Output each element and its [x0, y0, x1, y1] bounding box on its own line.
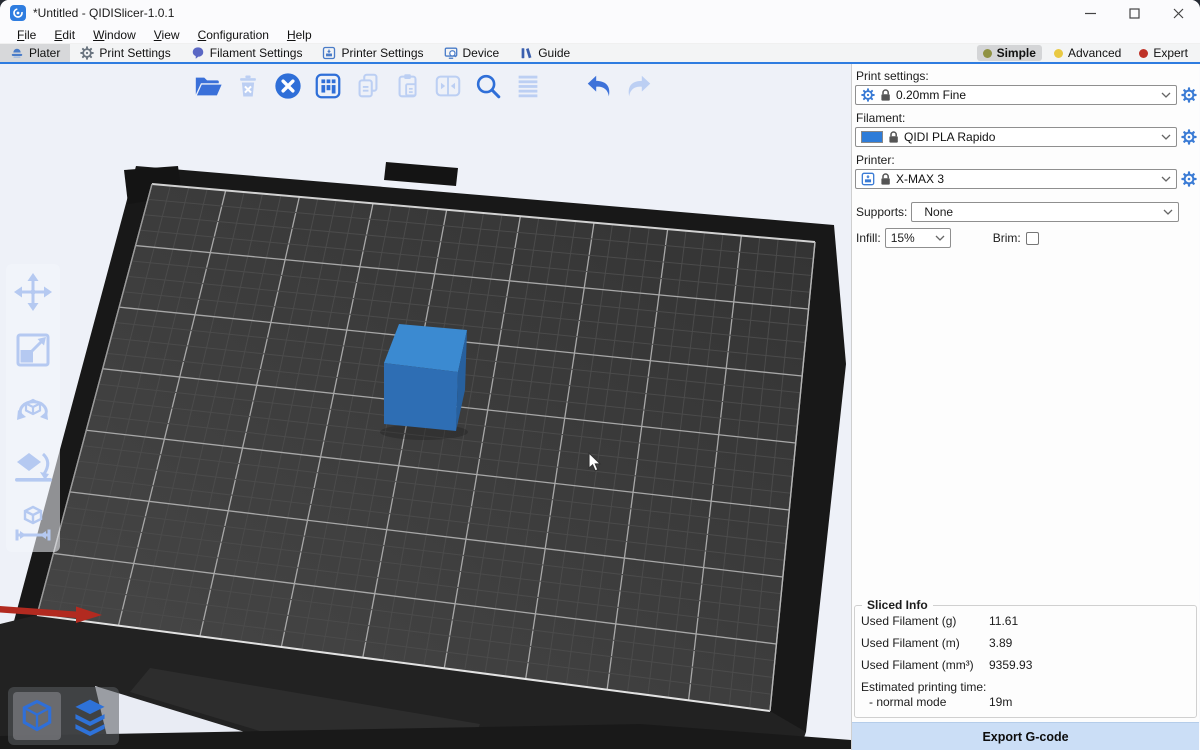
printer-icon — [322, 46, 336, 60]
filament-icon — [191, 46, 205, 60]
redo-icon[interactable] — [623, 70, 654, 101]
print-settings-value: 0.20mm Fine — [896, 88, 1156, 102]
sliced-info-row: Used Filament (mm³) 9359.93 — [861, 658, 1190, 672]
tab-guide[interactable]: Guide — [509, 44, 580, 62]
sliced-info-time-row: - normal mode 19m — [869, 695, 1190, 709]
variable-layer-height-icon[interactable] — [512, 70, 543, 101]
print-settings-dropdown[interactable]: 0.20mm Fine — [855, 85, 1177, 105]
menu-view[interactable]: View — [145, 28, 189, 42]
filament-dropdown[interactable]: QIDI PLA Rapido — [855, 127, 1177, 147]
preview-sliced-layers-icon[interactable] — [66, 692, 114, 740]
chevron-down-icon — [1161, 134, 1171, 140]
search-icon[interactable] — [472, 70, 503, 101]
plater-icon — [10, 46, 24, 60]
scale-icon[interactable] — [10, 327, 56, 373]
view-mode-toolbar — [8, 687, 119, 745]
arrange-icon[interactable] — [312, 70, 343, 101]
measure-icon[interactable] — [10, 501, 56, 547]
mode-advanced[interactable]: Advanced — [1048, 45, 1127, 61]
filament-label: Filament: — [856, 112, 1199, 125]
chevron-down-icon — [1163, 209, 1173, 215]
gizmo-toolbar — [6, 264, 60, 552]
model-cube[interactable] — [384, 324, 467, 431]
gear-icon — [861, 88, 875, 102]
supports-value: None — [924, 205, 1158, 219]
tab-filament-settings[interactable]: Filament Settings — [181, 44, 313, 62]
export-gcode-button[interactable]: Export G-code — [852, 722, 1199, 750]
mode-selector: Simple Advanced Expert — [977, 44, 1200, 62]
tab-device[interactable]: Device — [434, 44, 510, 62]
tab-printer-settings[interactable]: Printer Settings — [312, 44, 433, 62]
filament-gear-button[interactable] — [1180, 129, 1197, 145]
app-icon — [10, 5, 26, 21]
guide-icon — [519, 46, 533, 60]
open-icon[interactable] — [192, 70, 223, 101]
mode-expert[interactable]: Expert — [1133, 45, 1194, 61]
lock-icon — [880, 89, 891, 102]
tab-bar: Plater Print Settings Filament Settings … — [0, 44, 1200, 64]
menu-bar: File Edit Window View Configuration Help — [0, 26, 1200, 44]
print-settings-gear-button[interactable] — [1180, 87, 1197, 103]
maximize-button[interactable] — [1112, 0, 1156, 26]
chevron-down-icon — [1161, 176, 1171, 182]
chevron-down-icon — [935, 235, 945, 241]
menu-window[interactable]: Window — [84, 28, 145, 42]
mode-simple[interactable]: Simple — [977, 45, 1042, 61]
sliced-info-row: Used Filament (m) 3.89 — [861, 636, 1190, 650]
menu-file[interactable]: File — [8, 28, 45, 42]
sliced-info-row: Used Filament (g) 11.61 — [861, 614, 1190, 628]
sliced-info-title: Sliced Info — [862, 598, 933, 612]
move-icon[interactable] — [10, 269, 56, 315]
menu-edit[interactable]: Edit — [45, 28, 84, 42]
copy-icon[interactable] — [352, 70, 383, 101]
delete-icon[interactable] — [232, 70, 263, 101]
window-title: *Untitled - QIDISlicer-1.0.1 — [33, 6, 174, 20]
infill-dropdown[interactable]: 15% — [885, 228, 951, 248]
title-bar: *Untitled - QIDISlicer-1.0.1 — [0, 0, 1200, 26]
3d-editor-view-icon[interactable] — [13, 692, 61, 740]
lock-icon — [888, 131, 899, 144]
delete-all-icon[interactable] — [272, 70, 303, 101]
close-button[interactable] — [1156, 0, 1200, 26]
printer-dropdown[interactable]: X-MAX 3 — [855, 169, 1177, 189]
build-plate-scene — [0, 64, 851, 749]
printer-label: Printer: — [856, 154, 1199, 167]
gear-icon — [80, 46, 94, 60]
sliced-info-panel: Sliced Info Used Filament (g) 11.61 Used… — [854, 605, 1197, 718]
filament-value: QIDI PLA Rapido — [904, 130, 1156, 144]
undo-icon[interactable] — [583, 70, 614, 101]
paste-icon[interactable] — [392, 70, 423, 101]
print-settings-label: Print settings: — [856, 70, 1199, 83]
supports-dropdown[interactable]: None — [911, 202, 1179, 222]
brim-checkbox[interactable] — [1026, 232, 1039, 245]
tab-plater[interactable]: Plater — [0, 44, 70, 62]
lock-icon — [880, 173, 891, 186]
printer-gear-button[interactable] — [1180, 171, 1197, 187]
place-on-face-icon[interactable] — [10, 443, 56, 489]
device-icon — [444, 46, 458, 60]
printer-icon — [861, 172, 875, 186]
viewport-3d[interactable] — [0, 64, 851, 749]
supports-label: Supports: — [856, 205, 907, 219]
infill-label: Infill: — [856, 231, 881, 245]
settings-panel: Print settings: 0.20mm Fine Filament: QI… — [851, 64, 1199, 750]
app-window: *Untitled - QIDISlicer-1.0.1 File Edit W… — [0, 0, 1200, 750]
infill-value: 15% — [891, 231, 930, 245]
plater-toolbar — [192, 70, 654, 101]
menu-help[interactable]: Help — [278, 28, 321, 42]
tab-print-settings[interactable]: Print Settings — [70, 44, 180, 62]
filament-color-swatch — [861, 131, 883, 143]
menu-configuration[interactable]: Configuration — [189, 28, 278, 42]
printer-value: X-MAX 3 — [896, 172, 1156, 186]
rotate-icon[interactable] — [10, 385, 56, 431]
chevron-down-icon — [1161, 92, 1171, 98]
estimated-time-header: Estimated printing time: — [861, 680, 1190, 694]
split-objects-icon[interactable] — [432, 70, 463, 101]
minimize-button[interactable] — [1068, 0, 1112, 26]
brim-label: Brim: — [993, 231, 1021, 245]
